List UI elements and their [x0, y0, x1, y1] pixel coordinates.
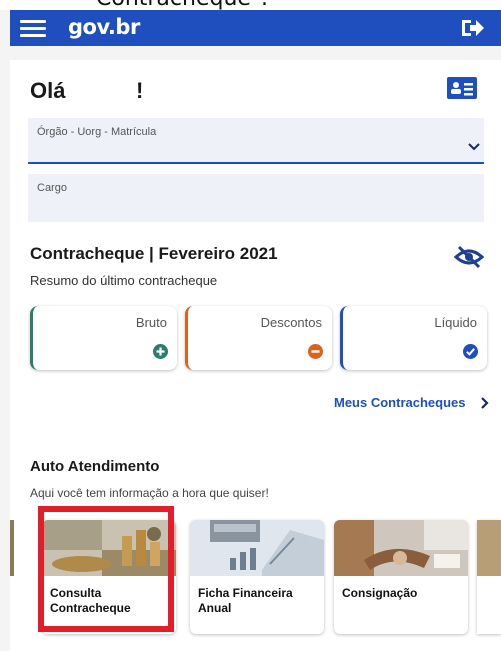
check-icon [463, 344, 478, 359]
app-header: gov.br [10, 10, 501, 46]
partial-card-left [10, 520, 14, 576]
orgao-label: Órgão - Uorg - Matrícula [37, 126, 157, 138]
descontos-label: Descontos [260, 315, 322, 330]
orgao-select[interactable]: Órgão - Uorg - Matrícula [28, 118, 484, 164]
plus-icon [153, 344, 168, 359]
govbr-logo: gov.br [68, 15, 140, 39]
handshake-image [334, 520, 468, 576]
logout-icon[interactable] [460, 17, 484, 39]
cargo-label: Cargo [37, 182, 67, 194]
greeting: Olá [30, 78, 66, 103]
self-service-subtitle: Aqui você tem informação a hora que quis… [30, 486, 269, 500]
minus-icon [308, 344, 323, 359]
hamburger-icon[interactable] [20, 20, 46, 37]
partial-card-right [477, 520, 501, 634]
cargo-field[interactable]: Cargo [28, 174, 484, 222]
service-label: Ficha Financeira Anual [198, 586, 293, 615]
chevron-down-icon [468, 143, 480, 151]
eye-off-icon[interactable] [454, 245, 484, 269]
top-caption-strip: Contracheque". [0, 0, 501, 10]
highlight-box [38, 506, 174, 632]
meus-contracheques-link[interactable]: Meus Contracheques [334, 395, 465, 410]
liquido-box[interactable]: Líquido [340, 306, 487, 370]
service-label: Consignação [342, 586, 418, 600]
service-card-consignacao[interactable]: Consignação [334, 520, 468, 634]
profile-card: Olá ! Órgão - Uorg - Matrícula Cargo Con… [10, 60, 501, 436]
paycheck-subtitle: Resumo do último contracheque [30, 273, 218, 288]
self-service-title: Auto Atendimento [30, 458, 160, 475]
greeting-exclamation: ! [136, 78, 144, 103]
finance-report-image [190, 520, 324, 576]
service-card-ficha-financeira[interactable]: Ficha Financeira Anual [190, 520, 324, 634]
bruto-box[interactable]: Bruto [30, 306, 177, 370]
self-service-card: Auto Atendimento Aqui você tem informaçã… [10, 436, 501, 651]
bruto-label: Bruto [135, 315, 167, 330]
paycheck-title: Contracheque | Fevereiro 2021 [30, 244, 278, 263]
descontos-box[interactable]: Descontos [185, 306, 332, 370]
liquido-label: Líquido [434, 315, 477, 330]
id-card-icon[interactable] [447, 77, 477, 99]
top-caption: Contracheque". [96, 0, 268, 10]
chevron-right-icon[interactable] [480, 397, 490, 409]
